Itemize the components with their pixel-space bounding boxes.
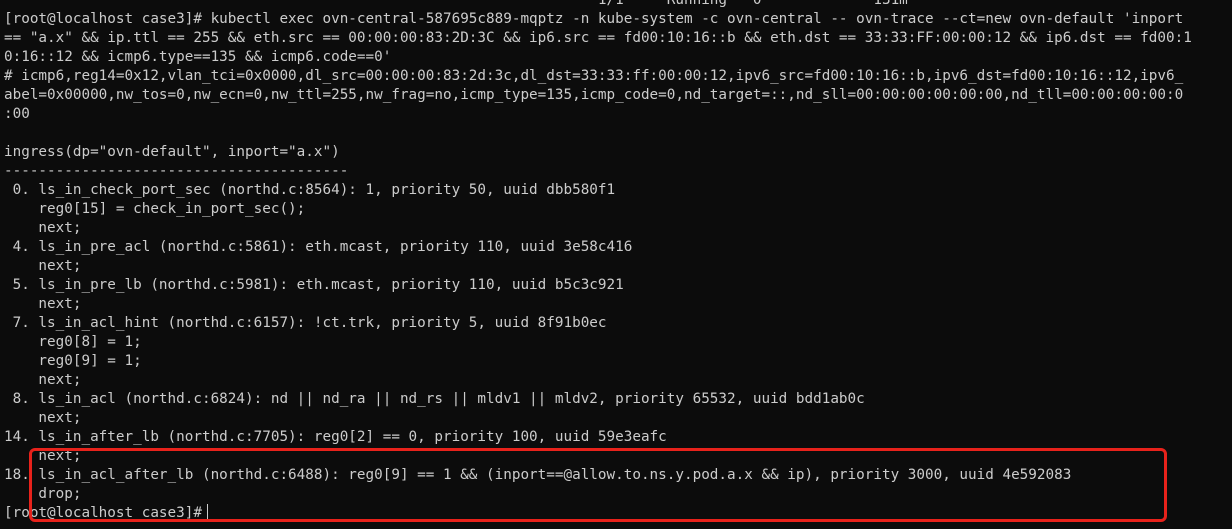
terminal-line: next;	[4, 410, 82, 426]
command-prompt-line[interactable]: [root@localhost case3]#	[4, 504, 1232, 523]
terminal-line: next;	[4, 372, 82, 388]
terminal-output: 1/1 Running 0 131m [root@localhost case3…	[4, 0, 1232, 523]
terminal-line: 0. ls_in_check_port_sec (northd.c:8564):…	[4, 182, 616, 198]
terminal-line: drop;	[4, 486, 82, 502]
terminal-line: 18. ls_in_acl_after_lb (northd.c:6488): …	[4, 467, 1072, 483]
terminal-line: == "a.x" && ip.ttl == 255 && eth.src == …	[4, 30, 1192, 46]
terminal-line: next;	[4, 296, 82, 312]
shell-prompt: [root@localhost case3]#	[4, 505, 202, 521]
terminal-line: reg0[15] = check_in_port_sec();	[4, 201, 306, 217]
text-cursor	[206, 504, 208, 520]
terminal-line: next;	[4, 258, 82, 274]
terminal-line: ----------------------------------------	[4, 163, 349, 179]
terminal-line: # icmp6,reg14=0x12,vlan_tci=0x0000,dl_sr…	[4, 68, 1184, 84]
terminal-line: 7. ls_in_acl_hint (northd.c:6157): !ct.t…	[4, 315, 607, 331]
terminal-line: abel=0x00000,nw_tos=0,nw_ecn=0,nw_ttl=25…	[4, 87, 1184, 103]
terminal-line: :00	[4, 106, 30, 122]
terminal-line: 1/1 Running 0 131m	[4, 0, 908, 8]
terminal-line: 4. ls_in_pre_acl (northd.c:5861): eth.mc…	[4, 239, 633, 255]
terminal-line: [root@localhost case3]# kubectl exec ovn…	[4, 11, 1184, 27]
terminal-line: 8. ls_in_acl (northd.c:6824): nd || nd_r…	[4, 391, 865, 407]
terminal-line: ingress(dp="ovn-default", inport="a.x")	[4, 144, 340, 160]
terminal-window[interactable]: 1/1 Running 0 131m [root@localhost case3…	[0, 0, 1232, 529]
terminal-line: next;	[4, 220, 82, 236]
terminal-line: 5. ls_in_pre_lb (northd.c:5981): eth.mca…	[4, 277, 624, 293]
terminal-line: 14. ls_in_after_lb (northd.c:7705): reg0…	[4, 429, 667, 445]
terminal-line: next;	[4, 448, 82, 464]
terminal-line: 0:16::12 && icmp6.type==135 && icmp6.cod…	[4, 49, 392, 65]
terminal-line: reg0[9] = 1;	[4, 353, 142, 369]
terminal-line: reg0[8] = 1;	[4, 334, 142, 350]
